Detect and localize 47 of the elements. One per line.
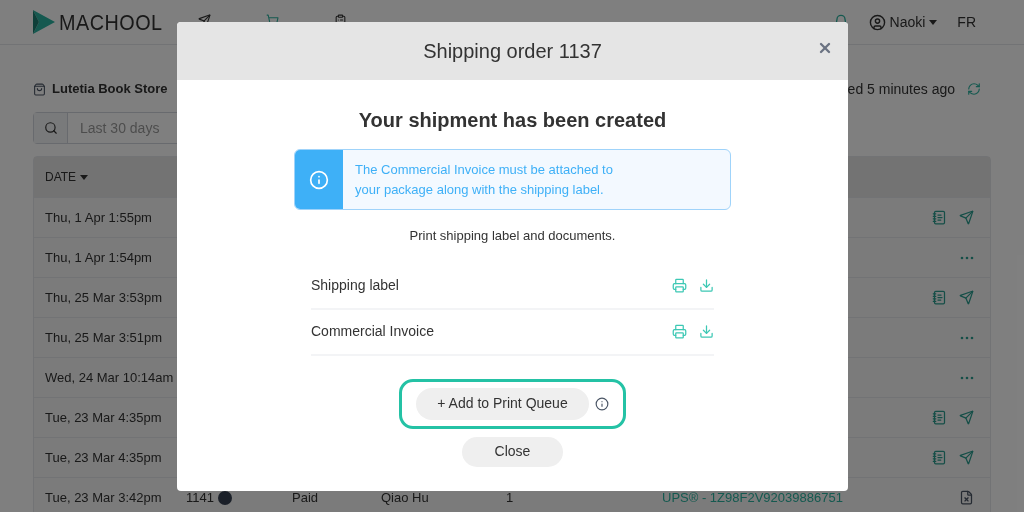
date-cell-text: Thu, 1 Apr 1:54pm [45, 248, 153, 267]
caret-icon [80, 174, 89, 180]
document-name: Commercial Invoice [311, 322, 434, 341]
close-button[interactable]: Close [462, 436, 563, 467]
document-icon[interactable] [959, 490, 974, 505]
column-header[interactable]: DATE [45, 168, 89, 186]
document-name: Shipping label [311, 276, 399, 295]
caret-icon [929, 19, 938, 25]
print-icon[interactable] [672, 324, 687, 339]
dialog-title: Shipping order 1137 [423, 39, 602, 64]
instruction-text: Print shipping label and documents. [409, 227, 616, 245]
customer-name: Qiao Hu [381, 489, 429, 505]
notebook-icon[interactable] [932, 410, 947, 425]
logo-icon [33, 10, 55, 34]
info-icon[interactable] [594, 396, 609, 411]
download-icon[interactable] [699, 324, 714, 339]
order-number: 1141 [186, 488, 214, 507]
user-icon [868, 13, 886, 31]
language-link[interactable]: FR [957, 11, 976, 33]
download-icon[interactable] [699, 278, 714, 293]
date-cell-text: Thu, 25 Mar 3:53pm [45, 288, 164, 307]
date-cell-text: Thu, 1 Apr 1:55pm [45, 208, 153, 227]
user-menu[interactable]: Naoki [868, 11, 938, 33]
more-icon[interactable] [960, 335, 974, 340]
store-name: Lutetia Book Store [52, 80, 168, 99]
success-heading: Your shipment has been created [358, 108, 667, 133]
store-icon [33, 82, 46, 96]
date-cell-text: Tue, 23 Mar 3:42pm [45, 488, 163, 507]
date-cell-text: Thu, 25 Mar 3:51pm [45, 328, 164, 347]
close-icon[interactable] [817, 40, 833, 56]
notebook-icon[interactable] [932, 450, 947, 465]
quantity-cell: 1 [506, 489, 514, 505]
print-icon[interactable] [672, 278, 687, 293]
alert-message: The Commercial Invoice must be attached to your package along with the shipping label. [354, 161, 614, 199]
sync-status: ed 5 minutes ago [847, 79, 955, 99]
date-cell-text: Tue, 23 Mar 4:35pm [45, 448, 163, 467]
date-cell-text: Tue, 23 Mar 4:35pm [45, 408, 163, 427]
add-to-print-queue-button[interactable]: + Add to Print Queue [416, 387, 589, 420]
payment-status: Paid [292, 489, 319, 505]
more-icon[interactable] [960, 255, 974, 260]
date-cell-text: Wed, 24 Mar 10:14am [45, 368, 175, 387]
more-icon[interactable] [960, 375, 974, 380]
notebook-icon[interactable] [932, 290, 947, 305]
logo-text: MACHOOL [59, 8, 163, 37]
refresh-icon[interactable] [967, 82, 981, 96]
info-icon [309, 169, 329, 190]
notebook-icon[interactable] [932, 210, 947, 225]
